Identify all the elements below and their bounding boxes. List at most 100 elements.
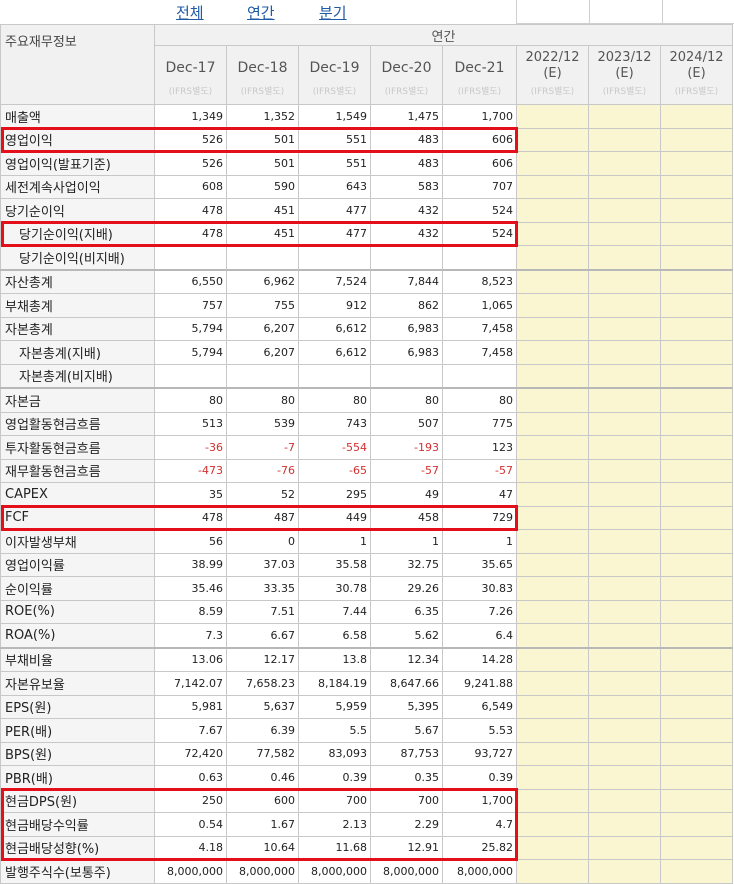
row-label[interactable]: 현금DPS(원) bbox=[0, 788, 155, 813]
value-cell: 7.67 bbox=[154, 718, 227, 743]
row-label[interactable]: 자본총계 bbox=[0, 316, 155, 341]
value-cell: 6,549 bbox=[442, 694, 517, 719]
value-cell: 583 bbox=[370, 174, 443, 199]
row-label[interactable]: 부채총계 bbox=[0, 293, 155, 318]
table-row: 이자발생부채 56 0 1 1 1 bbox=[0, 529, 733, 554]
value-cell: 483 bbox=[370, 127, 443, 152]
value-cell: 700 bbox=[370, 788, 443, 813]
tab-spacer-cells bbox=[516, 0, 734, 24]
value-cell: 77,582 bbox=[226, 741, 299, 766]
value-cell: 80 bbox=[442, 387, 517, 413]
row-label[interactable]: 이자발생부채 bbox=[0, 529, 155, 554]
row-label[interactable]: BPS(원) bbox=[0, 741, 155, 766]
estimate-cell bbox=[660, 174, 733, 199]
estimate-cell bbox=[588, 151, 661, 176]
estimate-cell bbox=[516, 316, 589, 341]
row-label[interactable]: 부채비율 bbox=[0, 646, 155, 672]
row-label[interactable]: 세전계속사업이익 bbox=[0, 174, 155, 199]
estimate-cell bbox=[588, 835, 661, 860]
estimate-cell bbox=[588, 458, 661, 483]
value-cell: 1,349 bbox=[154, 104, 227, 129]
row-label[interactable]: 자산총계 bbox=[0, 268, 155, 294]
row-label[interactable]: 재무활동현금흐름 bbox=[0, 458, 155, 483]
value-cell: 35.58 bbox=[298, 552, 371, 577]
estimate-cell bbox=[516, 646, 589, 672]
estimate-cell bbox=[588, 245, 661, 270]
table-row: 현금배당성향(%) 4.18 10.64 11.68 12.91 25.82 bbox=[0, 835, 733, 860]
row-label[interactable]: 영업이익 bbox=[0, 127, 155, 152]
period-label: Dec-19 bbox=[309, 60, 360, 76]
estimate-cell bbox=[660, 387, 733, 413]
value-cell: 12.91 bbox=[370, 835, 443, 860]
value-cell: 1,700 bbox=[442, 788, 517, 813]
value-cell: 30.78 bbox=[298, 576, 371, 601]
row-label[interactable]: 당기순이익(지배) bbox=[0, 221, 155, 246]
estimate-cell bbox=[516, 623, 589, 648]
estimate-cell bbox=[660, 363, 733, 389]
row-label[interactable]: ROA(%) bbox=[0, 623, 155, 648]
row-label[interactable]: 자본총계(비지배) bbox=[0, 363, 155, 389]
tab-annual[interactable]: 연간 bbox=[247, 2, 275, 23]
estimate-cell bbox=[516, 221, 589, 246]
row-label[interactable]: CAPEX bbox=[0, 482, 155, 507]
row-label[interactable]: 투자활동현금흐름 bbox=[0, 435, 155, 460]
row-label[interactable]: FCF bbox=[0, 505, 155, 530]
row-label[interactable]: 현금배당수익률 bbox=[0, 812, 155, 837]
estimate-cell bbox=[516, 458, 589, 483]
tab-quarter[interactable]: 분기 bbox=[319, 2, 347, 23]
estimate-cell bbox=[660, 151, 733, 176]
table-row: 당기순이익 478 451 477 432 524 bbox=[0, 198, 733, 223]
row-label[interactable]: 당기순이익(비지배) bbox=[0, 245, 155, 270]
row-label[interactable]: 당기순이익 bbox=[0, 198, 155, 223]
estimate-cell bbox=[660, 411, 733, 436]
value-cell: 5,794 bbox=[154, 316, 227, 341]
estimate-tag: (E) bbox=[615, 66, 634, 81]
estimate-cell bbox=[588, 174, 661, 199]
estimate-cell bbox=[516, 741, 589, 766]
row-label[interactable]: 자본총계(지배) bbox=[0, 340, 155, 365]
row-label[interactable]: PBR(배) bbox=[0, 765, 155, 790]
estimate-cell bbox=[660, 482, 733, 507]
value-cell: 432 bbox=[370, 221, 443, 246]
value-cell: 80 bbox=[298, 387, 371, 413]
estimate-cell bbox=[588, 812, 661, 837]
value-cell: 526 bbox=[154, 127, 227, 152]
value-cell: 1,475 bbox=[370, 104, 443, 129]
table-row: BPS(원) 72,420 77,582 83,093 87,753 93,727 bbox=[0, 741, 733, 766]
row-label[interactable]: 순이익률 bbox=[0, 576, 155, 601]
value-cell: 6.58 bbox=[298, 623, 371, 648]
table-row: 투자활동현금흐름 -36 -7 -554 -193 123 bbox=[0, 435, 733, 460]
row-label[interactable]: 영업이익률 bbox=[0, 552, 155, 577]
table-row: 영업활동현금흐름 513 539 743 507 775 bbox=[0, 411, 733, 436]
value-cell: 8,000,000 bbox=[298, 859, 371, 884]
estimate-cell bbox=[516, 198, 589, 223]
row-label[interactable]: 현금배당성향(%) bbox=[0, 835, 155, 860]
value-cell: 12.34 bbox=[370, 646, 443, 672]
value-cell: 487 bbox=[226, 505, 299, 530]
estimate-cell bbox=[516, 859, 589, 884]
row-label[interactable]: 자본금 bbox=[0, 387, 155, 413]
row-label[interactable]: ROE(%) bbox=[0, 599, 155, 624]
value-cell: 87,753 bbox=[370, 741, 443, 766]
estimate-cell bbox=[660, 221, 733, 246]
value-cell bbox=[370, 363, 443, 389]
row-label[interactable]: PER(배) bbox=[0, 718, 155, 743]
row-label[interactable]: EPS(원) bbox=[0, 694, 155, 719]
tab-all[interactable]: 전체 bbox=[176, 2, 204, 23]
value-cell: 743 bbox=[298, 411, 371, 436]
table-row: 부채비율 13.06 12.17 13.8 12.34 14.28 bbox=[0, 646, 733, 672]
estimate-cell bbox=[588, 387, 661, 413]
row-label[interactable]: 영업이익(발표기준) bbox=[0, 151, 155, 176]
row-label[interactable]: 자본유보율 bbox=[0, 671, 155, 696]
value-cell: 14.28 bbox=[442, 646, 517, 672]
value-cell: 539 bbox=[226, 411, 299, 436]
estimate-cell bbox=[588, 694, 661, 719]
row-label[interactable]: 영업활동현금흐름 bbox=[0, 411, 155, 436]
value-cell: -65 bbox=[298, 458, 371, 483]
value-cell: 5,794 bbox=[154, 340, 227, 365]
row-label[interactable]: 매출액 bbox=[0, 104, 155, 129]
table-row: PBR(배) 0.63 0.46 0.39 0.35 0.39 bbox=[0, 765, 733, 790]
row-label[interactable]: 발행주식수(보통주) bbox=[0, 859, 155, 884]
value-cell: 608 bbox=[154, 174, 227, 199]
value-cell: 1 bbox=[298, 529, 371, 554]
